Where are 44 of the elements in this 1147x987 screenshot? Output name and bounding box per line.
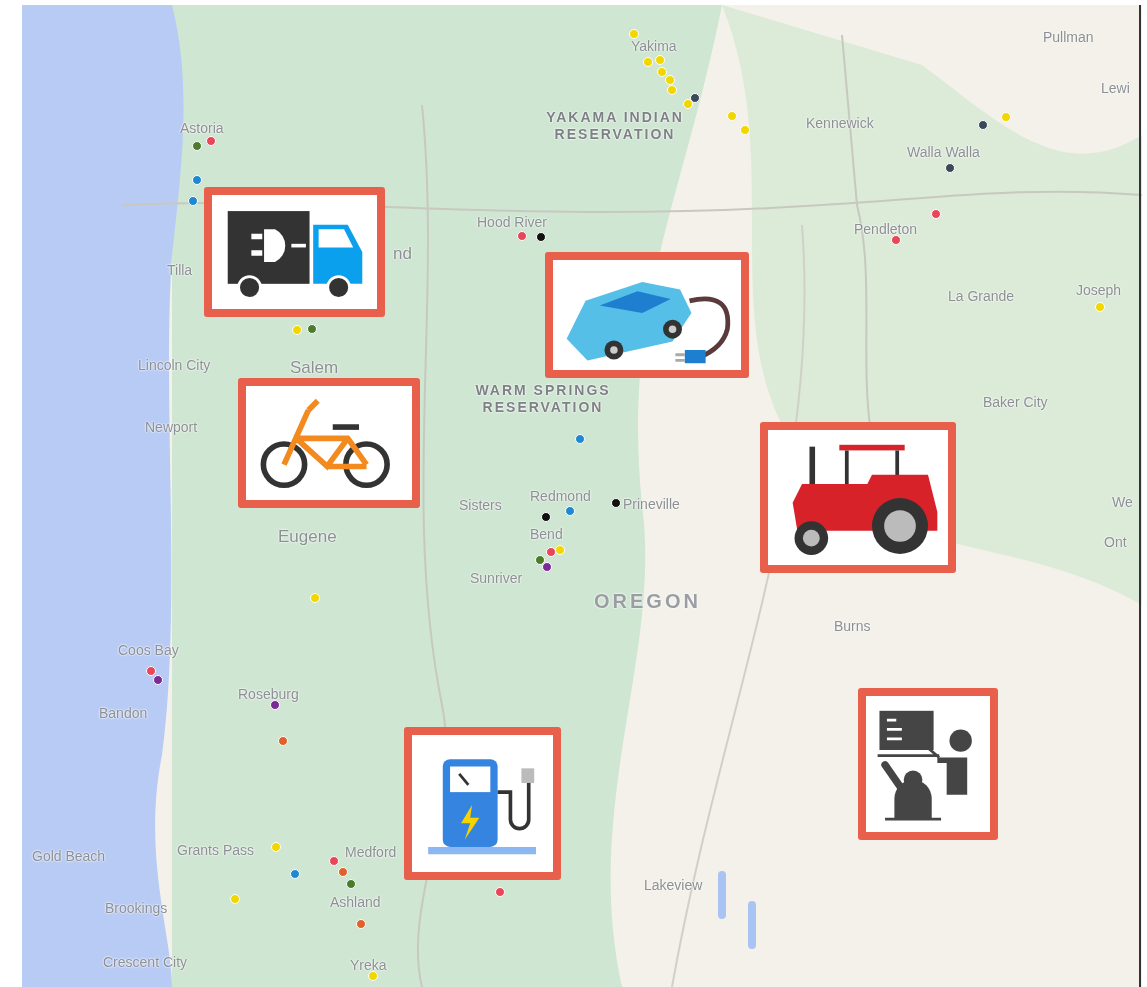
city-label: Astoria [180, 119, 224, 138]
city-label: La Grande [948, 287, 1015, 306]
city-label: Ashland [330, 893, 381, 912]
city-label: Kennewick [806, 114, 874, 133]
city-label: Baker City [983, 393, 1048, 412]
city-label: Tilla [167, 261, 193, 280]
icon-card[interactable] [238, 378, 420, 508]
city-label: Lincoln City [138, 356, 211, 375]
city-label: Grants Pass [177, 841, 255, 860]
city-label: Newport [145, 418, 198, 437]
city-label: Crescent City [103, 953, 188, 972]
city-label: Medford [345, 843, 397, 862]
city-label: We [1112, 493, 1133, 512]
city-label: Bend [530, 525, 563, 544]
city-label: Coos Bay [118, 641, 179, 660]
icon-card[interactable] [858, 688, 998, 840]
city-label: Gold Beach [32, 847, 106, 866]
city-label: Ont [1104, 533, 1127, 552]
city-label: Eugene [278, 526, 337, 548]
city-label: Yreka [350, 956, 387, 975]
region-label: WARM SPRINGS RESERVATION [474, 382, 612, 416]
icon-card[interactable] [545, 252, 749, 378]
city-label: Sunriver [470, 569, 523, 588]
city-label: Brookings [105, 899, 168, 918]
city-label: Salem [290, 357, 339, 379]
city-label: Prineville [623, 495, 680, 514]
city-label: Lewi [1101, 79, 1130, 98]
region-label: YAKAMA INDIAN RESERVATION [545, 109, 685, 143]
city-label: Walla Walla [907, 143, 980, 162]
icon-card[interactable] [204, 187, 385, 317]
city-label: Roseburg [238, 685, 299, 704]
city-label: Lakeview [644, 876, 703, 895]
city-label: Joseph [1076, 281, 1122, 300]
city-label: Sisters [459, 496, 502, 515]
city-label: Yakima [631, 37, 677, 56]
city-label: Pullman [1043, 28, 1094, 47]
region-label: OREGON [594, 589, 701, 614]
city-label: Redmond [530, 487, 591, 506]
city-label: Pendleton [854, 220, 918, 239]
city-label: Bandon [99, 704, 148, 723]
icon-card[interactable] [760, 422, 956, 573]
city-label: Burns [834, 617, 871, 636]
city-label: Hood River [477, 213, 548, 232]
city-label: nd [393, 243, 412, 265]
